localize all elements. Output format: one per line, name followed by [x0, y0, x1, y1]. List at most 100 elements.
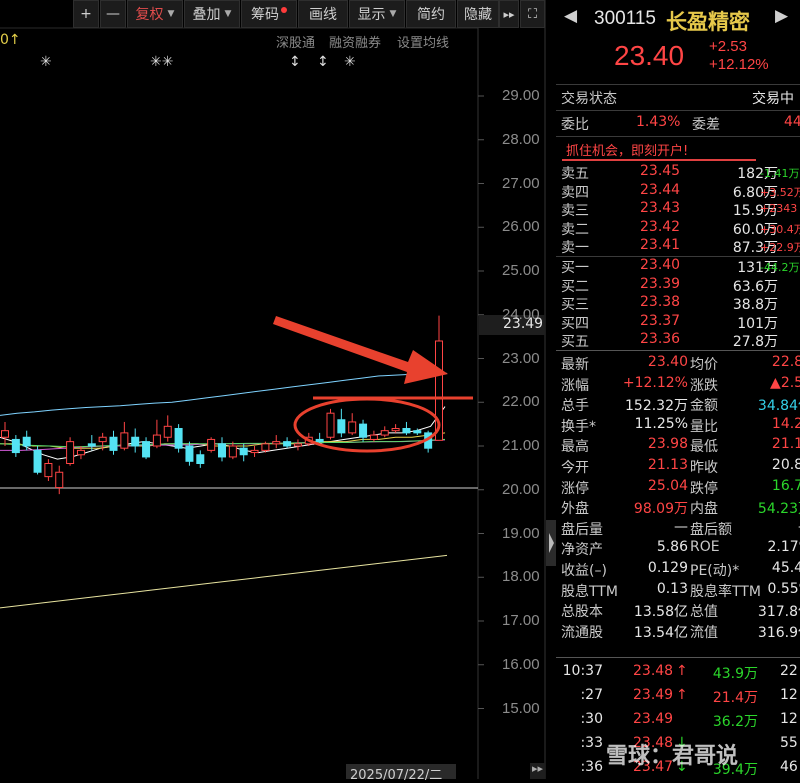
- tick-count: 12: [780, 711, 798, 727]
- tick-count: 12: [780, 687, 798, 703]
- stock-name: 长盈精密: [666, 10, 750, 34]
- order-book-row[interactable]: 买四 23.37 101万: [556, 313, 800, 333]
- ma-legend-partial: 0↑: [0, 32, 21, 48]
- chouma-button[interactable]: 筹码: [241, 0, 297, 28]
- open-account-banner[interactable]: 抓住机会，即刻开户!: [566, 140, 688, 159]
- level-change: -1.41万: [760, 167, 800, 180]
- event-marker-icon[interactable]: ✳: [40, 54, 52, 70]
- level-label: 买一: [561, 260, 589, 276]
- order-book-row[interactable]: 卖五 23.45 182万 -1.41万: [556, 163, 800, 183]
- event-marker-icon[interactable]: ↕: [317, 54, 329, 70]
- weicha-label: 委差: [692, 117, 720, 133]
- scroll-right-icon[interactable]: ▸▸: [499, 0, 519, 28]
- stat-value: —: [742, 519, 800, 535]
- stat-value: 0.129: [647, 560, 688, 576]
- prev-stock-icon[interactable]: ◀: [564, 6, 577, 26]
- y-axis-tick-label: 19.00: [502, 524, 540, 542]
- zoom-out-button[interactable]: —: [100, 0, 126, 28]
- stat-label: 盘后量: [561, 521, 603, 538]
- xianshi-dropdown[interactable]: 显示 ▼: [349, 0, 405, 28]
- rzrq-link[interactable]: 融资融券: [329, 32, 381, 51]
- huaxian-button[interactable]: 画线: [298, 0, 348, 28]
- tick-time: :33: [580, 735, 603, 751]
- stat-value: +12.12%: [622, 374, 688, 391]
- stat-row: 换手* 11.25%量比 14.23: [556, 416, 800, 436]
- yincang-button[interactable]: 隐藏: [457, 0, 499, 28]
- order-book-row[interactable]: 买五 23.36 27.8万: [556, 331, 800, 351]
- stat-value: 0.13: [656, 580, 688, 597]
- level-change: +30.4万: [760, 222, 800, 236]
- weibi-label: 委比: [561, 117, 589, 133]
- jianyue-button[interactable]: 简约: [406, 0, 456, 28]
- level-volume: 101万: [737, 315, 778, 332]
- stat-row: 最新 23.40均价 22.87: [556, 354, 800, 374]
- stat-label: 涨幅: [561, 377, 589, 394]
- stat-label: 跌停: [690, 480, 718, 497]
- set-ma-link[interactable]: 设置均线: [397, 32, 449, 51]
- stat-value: 22.87: [771, 354, 800, 370]
- fullscreen-icon[interactable]: ⛶: [520, 0, 545, 28]
- y-axis-tick-label: 18.00: [502, 568, 540, 586]
- watermark: 雪球：君哥说: [606, 744, 739, 769]
- tick-time: :36: [580, 759, 603, 775]
- scroll-end-icon[interactable]: ▸▸: [532, 762, 543, 775]
- stat-row: 盘后量—盘后额—: [556, 519, 800, 539]
- stat-label: 总值: [690, 604, 718, 621]
- stat-value: 16.70: [771, 477, 800, 494]
- order-book-row[interactable]: 买三 23.38 38.8万: [556, 294, 800, 314]
- tick-time: :27: [580, 687, 603, 703]
- stat-value: 11.25%: [634, 415, 688, 432]
- level-label: 卖四: [561, 184, 589, 201]
- candlestick: [66, 437, 75, 466]
- stat-row: 今开 21.13昨收 20.87: [556, 457, 800, 477]
- kline-chart[interactable]: [0, 0, 556, 779]
- date-label: 2025/07/22/二: [350, 768, 443, 783]
- stat-row: 最高 23.98最低 21.13: [556, 436, 800, 456]
- stat-label: 总股本: [561, 604, 603, 621]
- event-marker-icon[interactable]: ↕: [289, 54, 301, 70]
- y-axis-tick-label: 22.00: [502, 393, 540, 411]
- order-book-row[interactable]: 卖三 23.43 15.9万 +2343: [556, 200, 800, 220]
- event-marker-icon[interactable]: ✳✳: [150, 54, 173, 70]
- tick-row: :30 23.49 36.2万 12: [556, 711, 800, 731]
- stat-value: —: [674, 518, 688, 535]
- stat-value: 23.98: [647, 436, 688, 453]
- stat-value: 23.40: [647, 354, 688, 370]
- candlestick: [174, 424, 183, 453]
- next-stock-icon[interactable]: ▶: [775, 6, 788, 26]
- level-price: 23.42: [640, 218, 681, 235]
- zoom-in-button[interactable]: +: [73, 0, 99, 28]
- order-book-row[interactable]: 卖四 23.44 6.80万 +3.52万: [556, 182, 800, 202]
- order-book-row[interactable]: 买一 23.40 131万 -44.2万: [556, 257, 800, 277]
- stat-label: 流值: [690, 624, 718, 641]
- order-book-row[interactable]: 卖二 23.42 60.0万 +30.4万: [556, 219, 800, 239]
- stat-row: 涨停 25.04跌停 16.70: [556, 478, 800, 498]
- stat-value: 21.13: [647, 457, 688, 473]
- order-book-row[interactable]: 买二 23.39 63.6万: [556, 276, 800, 296]
- level-volume: 38.8万: [732, 297, 778, 313]
- level-label: 卖二: [561, 221, 589, 238]
- y-axis-tick-label: 26.00: [502, 218, 540, 236]
- diejia-dropdown[interactable]: 叠加 ▼: [184, 0, 240, 28]
- level-price: 23.44: [640, 181, 681, 198]
- banner-underline: [562, 159, 756, 161]
- stat-label: 涨跌: [690, 377, 718, 394]
- stat-label: 昨收: [690, 460, 718, 476]
- xianshi-label: 显示: [357, 7, 386, 23]
- y-axis-tick-label: 21.00: [502, 437, 540, 454]
- stat-value: 13.54亿: [633, 624, 688, 641]
- stat-label: 金额: [690, 398, 718, 415]
- level-label: 买四: [561, 315, 589, 332]
- notification-dot-icon: [281, 7, 287, 13]
- level-price: 23.37: [640, 312, 681, 329]
- sgt-link[interactable]: 深股通: [276, 32, 315, 51]
- event-marker-icon[interactable]: ✳: [344, 54, 356, 70]
- level-label: 买二: [561, 278, 589, 295]
- fuquan-dropdown[interactable]: 复权 ▼: [127, 0, 183, 28]
- diejia-label: 叠加: [192, 7, 221, 23]
- level-volume: 27.8万: [732, 334, 778, 350]
- stat-row: 涨幅 +12.12%涨跌 ▲2.53: [556, 375, 800, 395]
- stat-label: 总手: [561, 398, 589, 415]
- order-book-row[interactable]: 卖一 23.41 87.3万 +22.9万: [556, 237, 800, 257]
- level-change: +3.52万: [760, 185, 800, 199]
